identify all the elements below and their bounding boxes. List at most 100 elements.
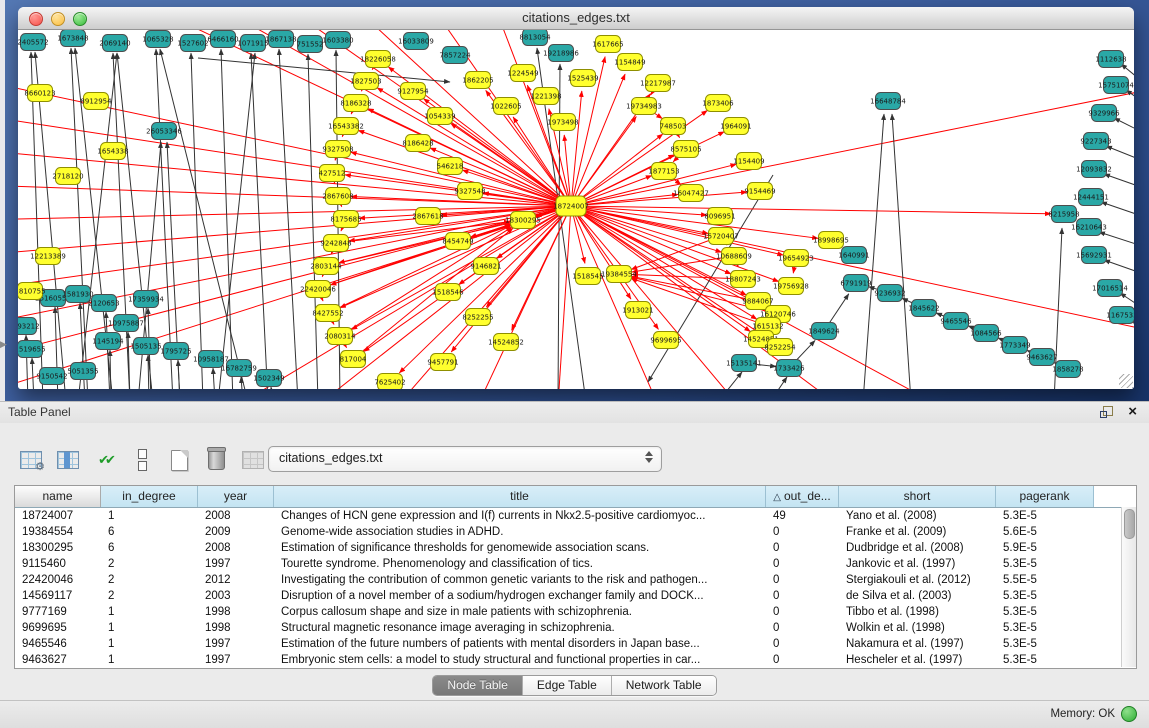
table-cell[interactable]: 0: [766, 524, 839, 540]
graph-edge[interactable]: [279, 49, 298, 389]
column-header-title[interactable]: title: [274, 486, 766, 507]
table-cell[interactable]: 1997: [198, 636, 274, 652]
graph-node[interactable]: 1065328: [142, 31, 173, 48]
graph-node[interactable]: 1877153: [648, 163, 679, 180]
graph-node[interactable]: 1224549: [507, 65, 538, 82]
table-cell[interactable]: Estimation of significance thresholds fo…: [274, 540, 766, 556]
close-panel-icon[interactable]: ×: [1128, 403, 1137, 420]
table-cell[interactable]: 6: [101, 540, 198, 556]
graph-node[interactable]: 1154849: [614, 54, 645, 71]
table-cell[interactable]: 5.6E-5: [996, 524, 1094, 540]
column-header-short[interactable]: short: [839, 486, 996, 507]
graph-edge[interactable]: [571, 206, 1051, 214]
table-cell[interactable]: 5.3E-5: [996, 652, 1094, 668]
graph-edge[interactable]: [1106, 146, 1134, 158]
graph-node[interactable]: 15135141: [726, 355, 762, 372]
graph-hub-node[interactable]: 18724007: [553, 196, 589, 216]
graph-edge[interactable]: [571, 206, 658, 389]
close-window-icon[interactable]: [29, 12, 43, 26]
graph-node[interactable]: 751552: [297, 36, 324, 53]
table-cell[interactable]: 9465546: [15, 636, 101, 652]
table-row[interactable]: 1456911722003Disruption of a novel membe…: [15, 588, 1136, 604]
graph-node[interactable]: 8912954: [80, 93, 112, 110]
table-row[interactable]: 977716911998Corpus callosum shape and si…: [15, 604, 1136, 620]
graph-node[interactable]: 1221398: [530, 88, 561, 105]
graph-edge[interactable]: [18, 206, 571, 255]
table-row[interactable]: 2242004622012Investigating the contribut…: [15, 572, 1136, 588]
table-cell[interactable]: Estimation of the future numbers of pati…: [274, 636, 766, 652]
graph-node[interactable]: 1733426: [773, 360, 805, 377]
float-panel-icon[interactable]: [1100, 406, 1113, 419]
graph-node[interactable]: 1867138: [265, 31, 296, 48]
graph-edge[interactable]: [1120, 293, 1134, 305]
graph-edge[interactable]: [110, 350, 111, 389]
network-canvas[interactable]: 1872400724055721673848206914010653281527…: [18, 30, 1134, 389]
table-cell[interactable]: 5.3E-5: [996, 508, 1094, 524]
graph-node[interactable]: 2519655: [18, 341, 46, 358]
graph-node[interactable]: 1673848: [57, 30, 88, 47]
graph-node[interactable]: 8813054: [519, 30, 551, 46]
table-cell[interactable]: 49: [766, 508, 839, 524]
graph-node[interactable]: 1527602: [177, 35, 208, 52]
graph-node[interactable]: 9329966: [1088, 105, 1120, 122]
table-cell[interactable]: 0: [766, 636, 839, 652]
graph-node[interactable]: 8454749: [442, 233, 473, 250]
graph-node[interactable]: 16648784: [870, 93, 906, 110]
graph-node[interactable]: 8175685: [330, 211, 361, 228]
graph-edge[interactable]: [308, 54, 318, 389]
table-cell[interactable]: 6: [101, 524, 198, 540]
table-cell[interactable]: Embryonic stem cells: a model to study s…: [274, 652, 766, 668]
table-cell[interactable]: Tourette syndrome. Phenomenology and cla…: [274, 556, 766, 572]
graph-edge[interactable]: [31, 52, 43, 389]
graph-node[interactable]: 2803144: [310, 258, 342, 275]
new-table-button[interactable]: [166, 447, 192, 473]
table-cell[interactable]: Corpus callosum shape and size in male p…: [274, 604, 766, 620]
graph-node[interactable]: 1849624: [808, 323, 840, 340]
table-settings-button[interactable]: ⚙: [18, 447, 44, 473]
graph-edge[interactable]: [221, 49, 233, 389]
graph-node[interactable]: 1654338: [97, 143, 128, 160]
table-cell[interactable]: 2009: [198, 524, 274, 540]
graph-node[interactable]: 817004: [340, 351, 367, 368]
select-all-button[interactable]: ✔✔: [92, 447, 118, 473]
graph-edge[interactable]: [1104, 174, 1134, 186]
graph-node[interactable]: 1022605: [490, 98, 521, 115]
table-cell[interactable]: Nakamura et al. (1997): [839, 636, 996, 652]
table-cell[interactable]: 5.5E-5: [996, 572, 1094, 588]
column-header-in_degree[interactable]: in_degree: [101, 486, 198, 507]
graph-edge[interactable]: [1099, 232, 1134, 244]
table-selector-dropdown[interactable]: citations_edges.txt: [268, 446, 662, 472]
graph-edge[interactable]: [271, 387, 273, 389]
graph-node[interactable]: 19734983: [626, 98, 662, 115]
table-cell[interactable]: de Silva et al. (2003): [839, 588, 996, 604]
graph-node[interactable]: 1054339: [424, 108, 455, 125]
graph-edge[interactable]: [160, 49, 248, 389]
toggle-panels-button[interactable]: [129, 447, 155, 473]
graph-node[interactable]: 7625402: [374, 374, 405, 390]
graph-node[interactable]: 9699695: [650, 332, 681, 349]
graph-node[interactable]: 17359934: [128, 291, 164, 308]
table-cell[interactable]: Hescheler et al. (1997): [839, 652, 996, 668]
graph-node[interactable]: 9327548: [454, 183, 485, 200]
graph-edge[interactable]: [178, 360, 180, 389]
graph-node[interactable]: 1773349: [999, 337, 1030, 354]
graph-node[interactable]: 9327508: [322, 141, 353, 158]
graph-edge[interactable]: [1104, 260, 1134, 272]
graph-node[interactable]: 10975887: [108, 315, 144, 332]
zoom-window-icon[interactable]: [73, 12, 87, 26]
graph-node[interactable]: 9146821: [470, 258, 501, 275]
graph-node[interactable]: 2120653: [88, 295, 119, 312]
table-cell[interactable]: 0: [766, 572, 839, 588]
column-header-pagerank[interactable]: pagerank: [996, 486, 1094, 507]
table-cell[interactable]: Disruption of a novel member of a sodium…: [274, 588, 766, 604]
table-cell[interactable]: 9115460: [15, 556, 101, 572]
table-cell[interactable]: 0: [766, 652, 839, 668]
graph-node[interactable]: 17016514: [1092, 280, 1128, 297]
graph-node[interactable]: 9127954: [397, 83, 429, 100]
table-cell[interactable]: 5.3E-5: [996, 604, 1094, 620]
table-row[interactable]: 1872400712008Changes of HCN gene express…: [15, 508, 1136, 524]
table-cell[interactable]: 9463627: [15, 652, 101, 668]
graph-node[interactable]: 1893212: [18, 318, 40, 335]
graph-edge[interactable]: [571, 91, 582, 206]
graph-node[interactable]: 2867608: [322, 188, 353, 205]
